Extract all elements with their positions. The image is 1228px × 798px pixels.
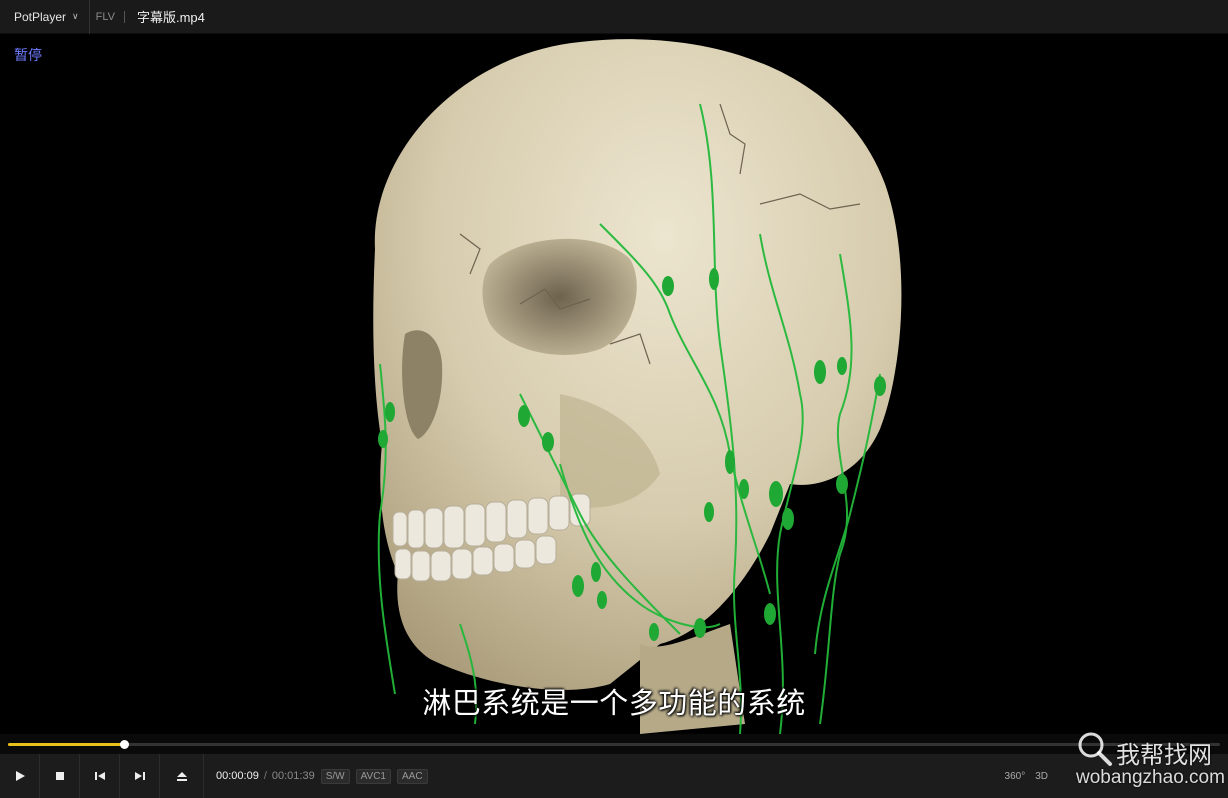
previous-button[interactable] [80, 754, 120, 798]
video-codec-badge[interactable]: AVC1 [355, 768, 391, 784]
seek-progress-fill [8, 743, 125, 746]
vr-360-button[interactable]: 360° [1005, 771, 1026, 782]
current-time: 00:00:09 [216, 770, 259, 782]
eject-icon [176, 771, 187, 781]
stereo-3d-button[interactable]: 3D [1035, 771, 1048, 782]
decoder-badge[interactable]: S/W [320, 768, 350, 784]
chevron-down-icon: ∨ [72, 11, 79, 21]
time-display: 00:00:09 / 00:01:39 S/W AVC1 AAC [216, 768, 428, 784]
eject-button[interactable] [160, 754, 204, 798]
right-tools: 360° 3D [1005, 754, 1048, 798]
video-frame-skull [373, 39, 902, 734]
stop-icon [55, 772, 64, 780]
seek-bar[interactable] [0, 734, 1228, 754]
stop-button[interactable] [40, 754, 80, 798]
app-menu-button[interactable]: PotPlayer ∨ [0, 0, 90, 34]
total-time: 00:01:39 [271, 770, 315, 782]
play-button[interactable] [0, 754, 40, 798]
next-icon [134, 772, 145, 780]
app-name: PotPlayer [14, 9, 67, 24]
subtitle-text: 淋巴系统是一个多功能的系统 [422, 686, 806, 720]
pause-status-osd: 暂停 [14, 48, 42, 64]
file-name: 字幕版.mp4 [136, 10, 205, 25]
play-icon [15, 771, 25, 781]
video-area[interactable]: 暂停 淋巴系统是一个多功能的系统 [0, 34, 1228, 734]
seek-thumb[interactable] [120, 740, 130, 749]
seek-track[interactable] [8, 740, 1220, 749]
time-separator: / [263, 770, 267, 782]
audio-codec-badge[interactable]: AAC [397, 768, 428, 784]
format-tag: FLV [96, 10, 125, 23]
title-bar: PotPlayer ∨ FLV 字幕版.mp4 [0, 0, 1228, 34]
control-bar: 00:00:09 / 00:01:39 S/W AVC1 AAC 360° 3D [0, 754, 1228, 798]
previous-icon [94, 772, 105, 780]
next-button[interactable] [120, 754, 160, 798]
